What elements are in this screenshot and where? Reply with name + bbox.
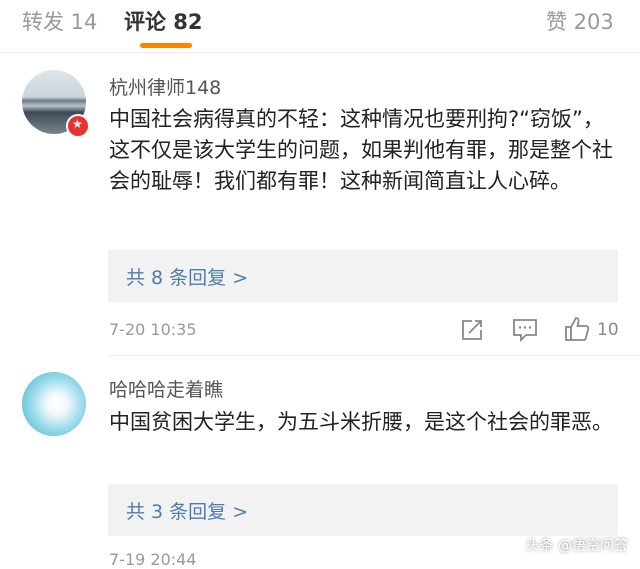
- divider: [108, 355, 640, 356]
- replies-button[interactable]: 共 8 条回复 >: [108, 250, 618, 302]
- comment-tabs: 转发 14 评论 82 赞 203: [0, 0, 640, 53]
- active-tab-indicator: [140, 43, 192, 48]
- comment-time: 7-20 10:35: [109, 320, 197, 339]
- tab-likes[interactable]: 赞 203: [546, 6, 614, 36]
- tab-reposts[interactable]: 转发 14: [22, 6, 97, 36]
- avatar[interactable]: [22, 372, 86, 436]
- comment-username[interactable]: 哈哈哈走着瞧: [109, 375, 223, 402]
- watermark: 头条 @悟空问答: [525, 538, 628, 554]
- like-icon[interactable]: [564, 316, 590, 346]
- tab-comments[interactable]: 评论 82: [124, 6, 203, 36]
- share-icon[interactable]: [460, 318, 484, 346]
- comment-username[interactable]: 杭州律师148: [109, 73, 221, 100]
- replies-label: 共 3 条回复 >: [126, 501, 249, 523]
- verified-badge-icon: [66, 114, 90, 138]
- replies-button[interactable]: 共 3 条回复 >: [108, 484, 618, 536]
- comment-text: 中国贫困大学生，为五斗米折腰，是这个社会的罪恶。: [109, 410, 613, 434]
- comment-text: 中国社会病得真的不轻：这种情况也要刑拘?“窃饭”，这不仅是该大学生的问题，如果判…: [109, 107, 613, 193]
- like-count: 10: [597, 320, 619, 340]
- comment-time: 7-19 20:44: [109, 550, 197, 569]
- replies-label: 共 8 条回复 >: [126, 267, 249, 289]
- comment-icon[interactable]: [512, 318, 538, 346]
